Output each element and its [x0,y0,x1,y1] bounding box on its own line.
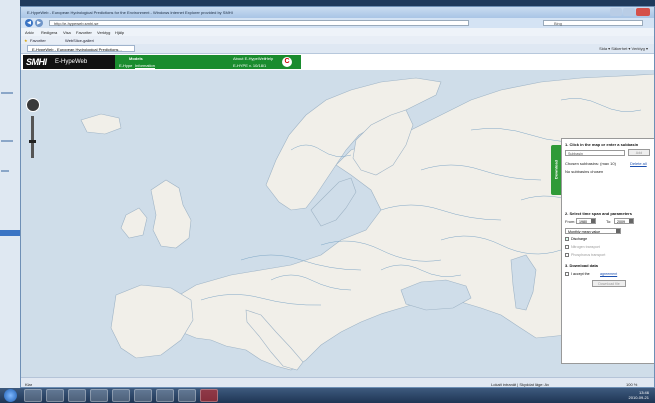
forward-button[interactable]: ▶ [35,19,43,27]
nav-models[interactable]: Models [129,56,143,61]
favorites-bar: ★ Favoriter WebSlice-galleri [21,36,654,44]
delete-all-link[interactable]: Delete all [630,161,647,166]
app-name: E-HypeWeb [55,59,88,65]
background-window [0,0,20,388]
download-file-button[interactable]: Download file [592,280,626,287]
nav-about[interactable]: About E-HypeWeb [233,56,266,61]
favorites-star-icon[interactable]: ★ [24,38,28,43]
system-clock[interactable]: 13:46 2010-09-21 [629,390,649,400]
nav-ehype[interactable]: E-Hype [119,63,132,68]
accept-label: I accept the [571,272,590,276]
step2-heading: 2. Select time span and parameters [565,211,632,216]
taskbar-app7-icon[interactable] [156,389,174,402]
download-tab-label: Download [553,159,559,180]
zoom-slider[interactable] [31,116,34,158]
menu-tools[interactable]: Verktyg [97,30,110,35]
logo-text: SMHI [26,57,47,67]
zoom-handle[interactable] [29,140,36,143]
favorites-label[interactable]: Favoriter [30,38,46,43]
download-panel: 1. Click in the map or enter a subbasin … [561,138,654,364]
app-header: SMHI E-HypeWeb Models E-Hype Information… [21,54,301,70]
taskbar-explorer-icon[interactable] [46,389,64,402]
no-subbasin-text: No subbasins chosen [565,169,604,174]
phosphorus-label: Phosphorus transport [571,253,606,257]
taskbar-ie-icon[interactable] [24,389,42,402]
search-field[interactable]: Bing [543,20,643,26]
taskbar-app6-icon[interactable] [134,389,152,402]
from-label: From: [565,219,576,224]
tab-bar: E-HypeWeb - European Hydrological Predic… [21,44,654,54]
app-nav: Models E-Hype Information About E-HypeWe… [115,55,301,69]
menu-help[interactable]: Hjälp [115,30,124,35]
menu-bar: Arkiv Redigera Visa Favoriter Verktyg Hj… [21,28,654,36]
license-icon[interactable]: C [282,57,292,67]
nav-information[interactable]: Information [135,63,155,68]
map-view[interactable] [21,70,655,377]
menu-favorites[interactable]: Favoriter [76,30,92,35]
subbasin-input[interactable]: Subbasin [565,150,625,156]
step3-heading: 3. Download data [565,263,598,268]
start-button-icon[interactable] [4,389,17,402]
discharge-checkbox[interactable] [565,237,569,241]
nitrogen-checkbox[interactable] [565,245,569,249]
back-button[interactable]: ◀ [25,19,33,27]
aggregation-dropdown-icon[interactable] [616,229,620,233]
address-bar: ◀ ▶ http://e-hypeweb.smhi.se Bing [21,18,654,28]
menu-view[interactable]: Visa [63,30,71,35]
taskbar-folder-icon[interactable] [68,389,86,402]
status-bar: Klar Lokalt intranät | Skyddat läge: Av … [21,377,654,387]
taskbar: 13:46 2010-09-21 [0,388,655,403]
status-text: Klar [25,382,33,387]
clock-date: 2010-09-21 [628,395,649,400]
browser-window: E-HypeWeb - European Hydrological Predic… [20,6,655,388]
browser-tab[interactable]: E-HypeWeb - European Hydrological Predic… [27,45,135,52]
from-dropdown-icon[interactable] [591,219,595,223]
menu-file[interactable]: Arkiv [25,30,34,35]
europe-map[interactable] [21,70,655,377]
to-label: To: [606,219,612,224]
command-bar[interactable]: Sida ▾ Säkerhet ▾ Verktyg ▾ [599,46,648,51]
security-zone: Lokalt intranät | Skyddat läge: Av [491,382,550,387]
url-field[interactable]: http://e-hypeweb.smhi.se [49,20,469,26]
add-button[interactable]: Add [628,149,650,156]
zoom-level[interactable]: 100 % [626,382,637,387]
download-tab[interactable]: Download [551,145,561,195]
version-label: E-HYPE v. 10/18/1 [233,63,267,68]
minimize-button[interactable] [610,8,622,16]
nav-help[interactable]: Help [265,56,273,61]
nitrogen-label: Nitrogen transport [571,245,600,249]
window-title: E-HypeWeb - European Hydrological Predic… [27,10,233,15]
close-button[interactable] [636,8,650,16]
title-bar: E-HypeWeb - European Hydrological Predic… [21,7,654,18]
taskbar-app4-icon[interactable] [90,389,108,402]
taskbar-app5-icon[interactable] [112,389,130,402]
discharge-label: Discharge [571,237,588,241]
pan-control-icon[interactable] [26,98,40,112]
to-dropdown-icon[interactable] [629,219,633,223]
smhi-logo: SMHI E-HypeWeb [23,55,115,69]
chosen-subbasins-label: Chosen subbasins: (max 10) [565,161,616,166]
step1-heading: 1. Click in the map or enter a subbasin [565,142,639,147]
maximize-button[interactable] [623,8,635,16]
menu-edit[interactable]: Redigera [41,30,57,35]
accept-checkbox[interactable] [565,272,569,276]
taskbar-pdf-icon[interactable] [200,389,218,402]
aggregation-select[interactable]: Monthly mean value [565,228,621,234]
webslice-gallery-link[interactable]: WebSlice-galleri [65,38,94,43]
taskbar-app8-icon[interactable] [178,389,196,402]
phosphorus-checkbox[interactable] [565,253,569,257]
agreement-link[interactable]: agreement [600,272,617,276]
